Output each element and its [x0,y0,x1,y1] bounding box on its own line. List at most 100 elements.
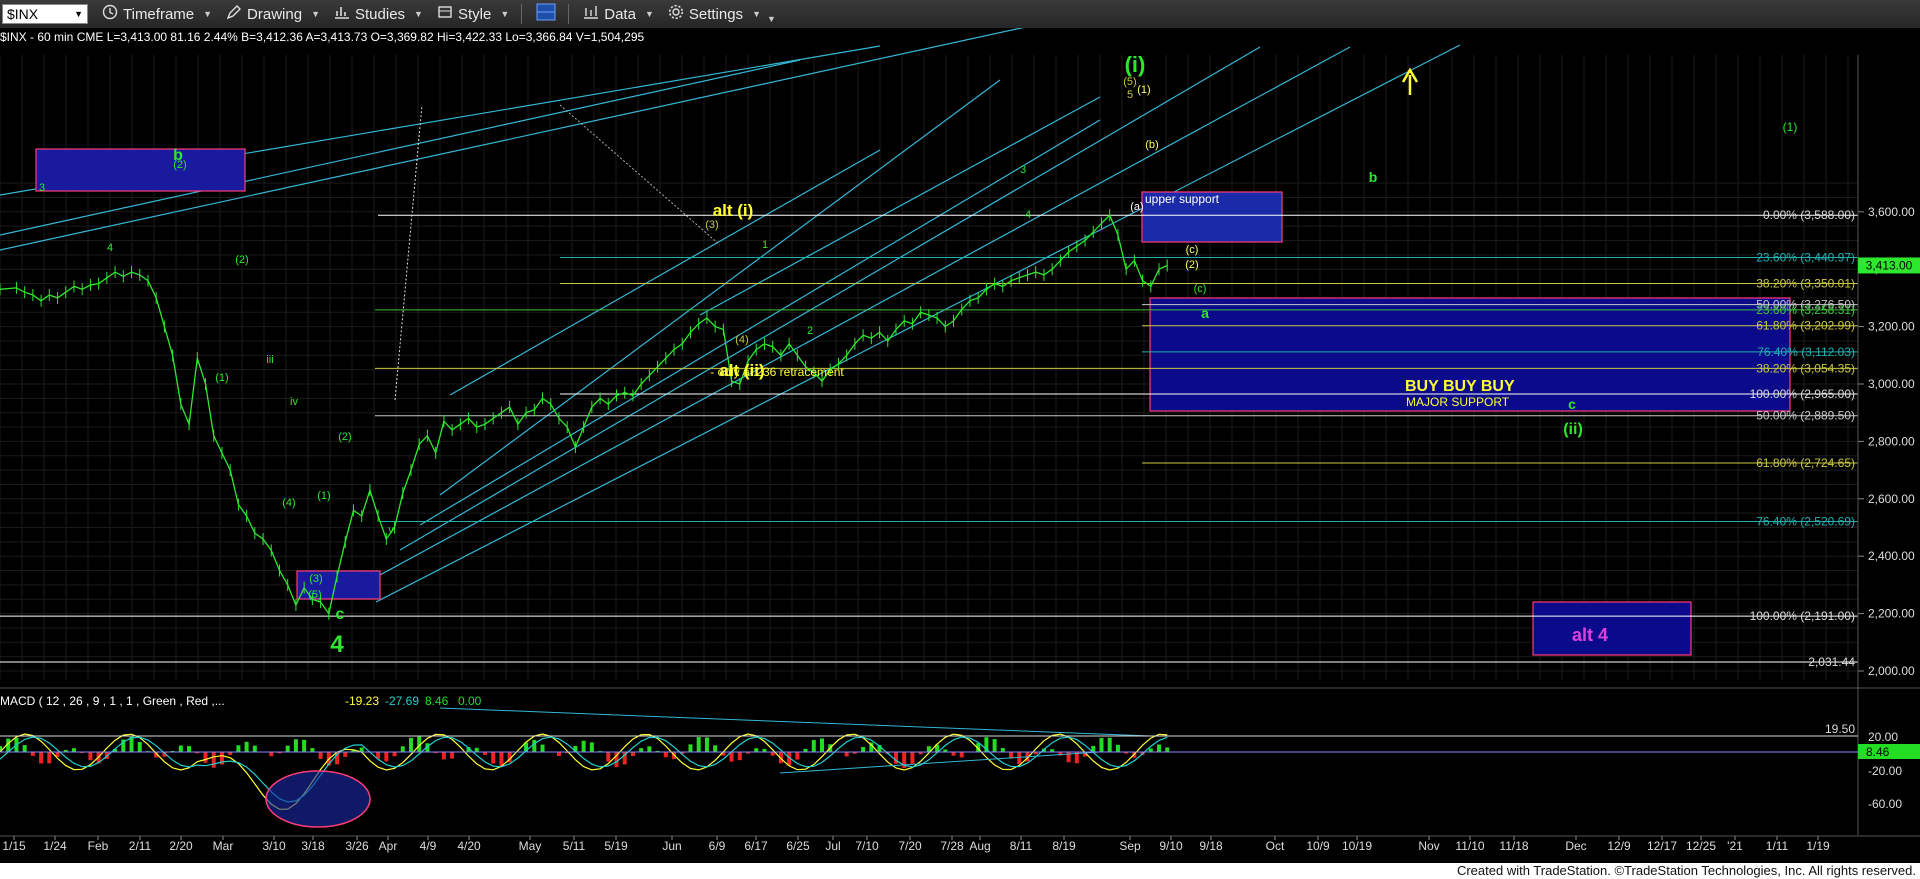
fib-level-label: 2,031.44 [1808,655,1855,669]
price-chart-svg: 0.00% (3,588.00) 23.60% (3,440.97) 38.20% … [0,0,1920,863]
wave-label: (2) [1185,259,1198,271]
macd-histogram-bar [861,747,866,752]
wave-label: (3) [309,573,322,585]
macd-value: 8.46 [425,694,449,708]
macd-histogram-bar [30,752,35,756]
time-axis-tick: Nov [1418,839,1439,853]
macd-histogram-bar [1000,748,1005,752]
alt4-box [1532,601,1692,656]
macd-histogram-bar [1115,744,1120,752]
time-axis-tick: 3/26 [345,839,369,853]
macd-histogram-bar [310,748,315,752]
fib-level-label: 100.00% (2,191.00) [1750,609,1855,623]
fib-level-label: 23.60% (3,440.97) [1756,250,1855,264]
macd-histogram-bar [696,737,701,752]
style-button[interactable]: Style ▼ [437,4,509,24]
wave-label: v [388,524,394,536]
data-button[interactable]: Data ▼ [583,4,654,24]
macd-title: MACD ( 12 , 26 , 9 , 1 , 1 , Green , Red… [0,694,225,708]
symbol-input[interactable]: $INX ▼ [2,4,88,24]
settings-button[interactable]: Settings ▼ [668,4,761,24]
macd-value: -19.23 [345,694,379,708]
macd-current-label: 8.46 [1866,745,1890,759]
macd-histogram-bar [820,738,824,752]
macd-histogram-bar [1107,737,1112,752]
gear-icon [668,4,684,24]
chart-area[interactable]: 0.00% (3,588.00) 23.60% (3,440.97) 38.20% … [0,0,1920,863]
time-axis-tick: 3/10 [262,839,286,853]
macd-histogram-bar [384,752,389,762]
macd-histogram-bar [704,737,709,752]
time-axis-tick: 9/10 [1159,839,1183,853]
macd-histogram-bar [556,752,561,756]
macd-histogram-bar [589,742,594,752]
price-axis-tick: 2,000.00 [1868,664,1915,678]
time-axis-tick: 11/10 [1455,839,1484,853]
fib-level-label: 50.00% (2,889.50) [1756,409,1855,423]
macd-value: 0.00 [458,694,482,708]
wave-label: 4 [1025,209,1031,221]
macd-histogram-bar [392,752,397,757]
wave-label: (4) [735,334,748,346]
studies-button[interactable]: Studies ▼ [334,4,423,24]
wave-label: (c) [1186,244,1199,256]
macd-histogram-bar [491,752,496,764]
wave-label: (i) [1125,52,1146,77]
macd-histogram-bar [1157,744,1162,752]
macd-histogram-bar [647,746,652,752]
settings-label: Settings [688,5,744,23]
wave-label: iv [290,396,298,408]
symbol-text: $INX [7,6,39,22]
price-axis-tick: 2,800.00 [1868,434,1915,448]
wave-label: upper support [1145,192,1220,206]
macd-histogram-bar [187,746,192,752]
time-axis-tick: 5/11 [563,839,586,853]
layout-button[interactable] [536,3,556,25]
drawing-label: Drawing [247,5,303,23]
time-axis-tick: May [519,839,542,853]
time-axis-tick: 6/17 [744,839,768,853]
toolbar-divider [568,4,570,24]
timeframe-button[interactable]: Timeframe ▼ [102,4,212,24]
macd-histogram-bar [1099,737,1104,752]
fib-level-label: 61.80% (3,202.99) [1756,319,1855,333]
wave-label: (1) [317,490,330,502]
time-axis-tick: 7/10 [855,839,879,853]
macd-histogram-bar [88,752,93,761]
time-axis-tick: 4/9 [420,839,437,853]
wave-label: 3 [1020,164,1026,176]
time-axis-tick: Feb [88,839,109,853]
macd-histogram-bar [770,752,775,756]
footer-copyright: Created with TradeStation. ©TradeStation… [0,863,1920,879]
macd-histogram-bar [910,752,915,764]
macd-histogram-bar [754,748,759,752]
macd-histogram-bar [688,744,693,752]
drawing-button[interactable]: Drawing ▼ [226,4,320,24]
time-axis-tick: 2/20 [169,839,193,853]
time-axis-tick: 10/9 [1306,839,1330,853]
data-icon [583,4,599,24]
chevron-down-icon: ▼ [500,9,510,19]
macd-histogram-bar [302,739,307,752]
macd-histogram-bar [992,739,997,752]
macd-histogram-bar [795,752,800,760]
support-box [35,148,246,192]
wave-label: (1) [1137,84,1150,96]
wave-label: (3) [705,219,718,231]
price-axis-tick: 2,400.00 [1868,549,1915,563]
time-axis-tick: 10/19 [1342,839,1372,853]
wave-label: alt 4 [1572,625,1608,645]
wave-label: (4) [282,497,295,509]
data-label: Data [604,5,636,23]
macd-histogram-bar [203,752,208,763]
fib-level-label: 100.00% (2,965.00) [1750,387,1855,401]
macd-histogram-bar [343,752,348,757]
wave-label: iii [266,354,273,366]
macd-axis-tick: -60.00 [1868,797,1902,811]
macd-histogram-bar [178,745,183,752]
overflow-arrow-icon[interactable]: ▼ [767,14,776,24]
macd-histogram-bar [811,740,816,752]
macd-histogram-bar [22,745,27,752]
wave-label: c [336,606,345,623]
time-axis-tick: 3/18 [301,839,325,853]
